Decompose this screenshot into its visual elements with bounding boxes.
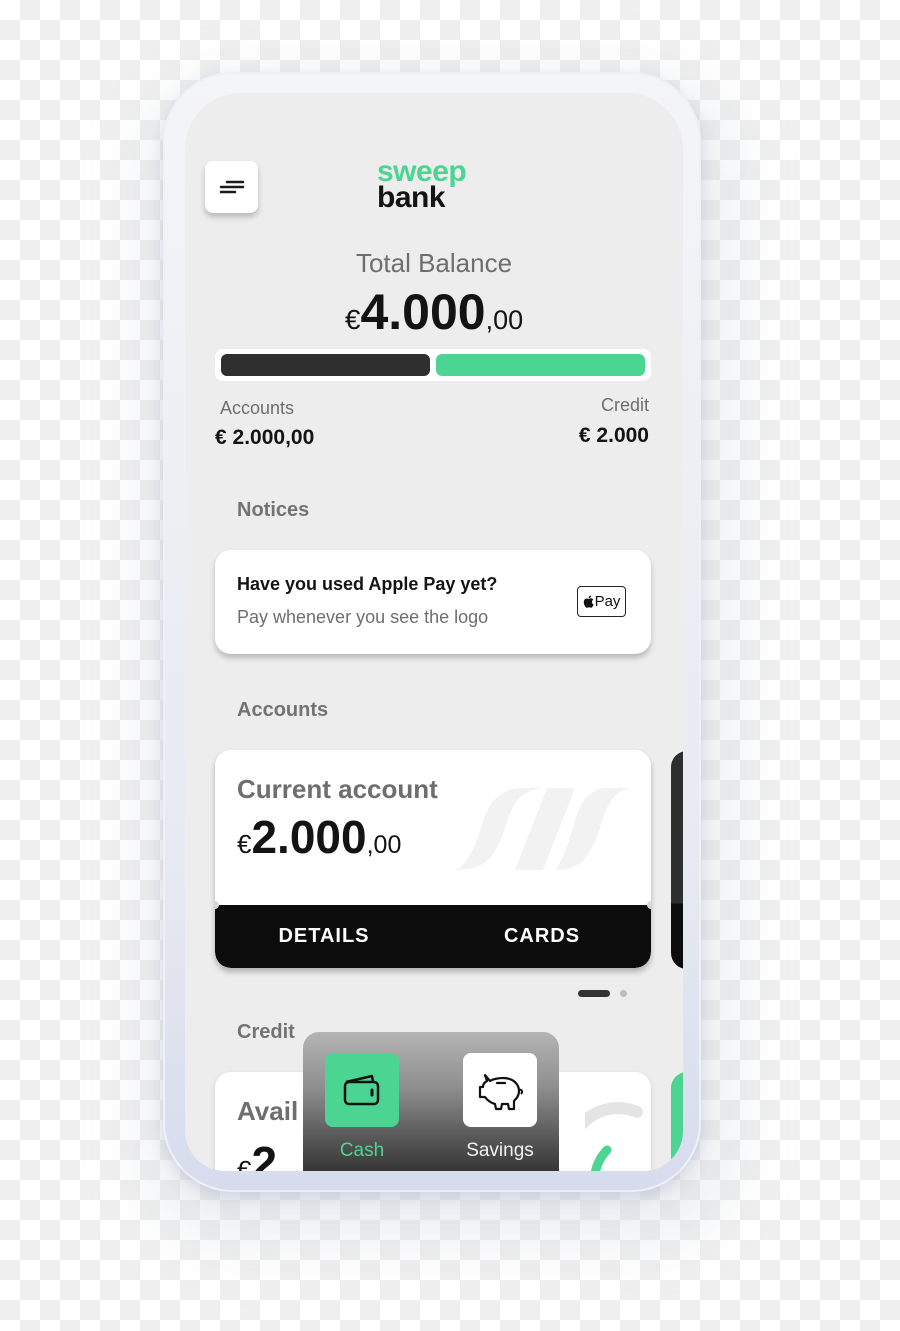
quick-menu-item-cash[interactable]: Cash: [324, 1053, 400, 1162]
credit-value: € 2.000: [578, 424, 649, 447]
next-credit-card-peek[interactable]: [671, 1072, 683, 1171]
pager-dot-active[interactable]: [578, 990, 610, 997]
account-pager: [578, 990, 627, 997]
account-actions: DETAILS CARDS: [215, 905, 651, 968]
account-name: Current account: [237, 774, 438, 804]
accounts-section-title: Accounts: [237, 699, 329, 721]
app-screen: sweep bank Total Balance €4.000,00 Accou…: [185, 93, 683, 1171]
credit-section-title: Credit: [237, 1021, 295, 1043]
apple-pay-text: Pay: [594, 593, 621, 610]
credit-card-amount: €2.: [237, 1136, 290, 1171]
notice-subtitle: Pay whenever you see the logo: [237, 607, 489, 627]
brand-logo-line2: bank: [377, 181, 446, 214]
amount-decimals: ,00: [485, 305, 524, 335]
apple-pay-icon: [583, 595, 594, 608]
credit-label: Credit: [600, 395, 649, 415]
notice-title: Have you used Apple Pay yet?: [237, 574, 498, 594]
amount-integer: 2.000: [251, 811, 367, 863]
next-account-card-peek[interactable]: [671, 751, 683, 969]
details-button[interactable]: DETAILS: [215, 905, 433, 968]
account-card[interactable]: Current account €2.000,00 DETAILS CARDS: [215, 750, 651, 968]
cash-label: Cash: [339, 1140, 385, 1161]
brand-watermark-icon: [455, 788, 631, 870]
account-balance: €2.000,00: [237, 810, 401, 864]
amount-integer: 2.: [251, 1137, 290, 1171]
credit-card-title: Avail: [237, 1096, 299, 1126]
bar-segment-accounts: [221, 354, 430, 376]
brand-logo: sweep bank: [377, 157, 497, 214]
piggy-bank-icon: [478, 1073, 524, 1111]
pager-dot[interactable]: [620, 990, 627, 997]
accounts-label: Accounts: [220, 398, 295, 418]
amount-decimals: ,00: [366, 831, 402, 859]
cards-button[interactable]: CARDS: [433, 905, 651, 968]
notice-card[interactable]: Have you used Apple Pay yet? Pay wheneve…: [215, 550, 651, 654]
menu-icon: [219, 180, 244, 194]
bar-segment-credit: [436, 354, 645, 376]
amount-integer: 4.000: [360, 284, 486, 340]
currency-symbol: €: [237, 829, 252, 859]
balance-breakdown-bar: [215, 349, 651, 381]
savings-label: Savings: [466, 1140, 534, 1161]
credit-gauge: [585, 1102, 643, 1171]
quick-menu-item-savings[interactable]: Savings: [462, 1053, 538, 1162]
currency-symbol: €: [344, 304, 361, 335]
accounts-value: € 2.000,00: [215, 426, 315, 449]
notices-section-title: Notices: [237, 499, 310, 521]
total-balance-amount: €4.000,00: [185, 283, 683, 341]
menu-button[interactable]: [205, 161, 258, 213]
total-balance-label: Total Balance: [355, 248, 513, 278]
cash-icon-box: [325, 1053, 399, 1127]
wallet-icon: [343, 1074, 380, 1106]
apple-pay-badge: Pay: [577, 586, 626, 617]
quick-menu: Cash Savings: [303, 1032, 559, 1171]
currency-symbol: €: [237, 1155, 252, 1171]
savings-icon-box: [463, 1053, 537, 1127]
card-notch: [647, 901, 651, 909]
